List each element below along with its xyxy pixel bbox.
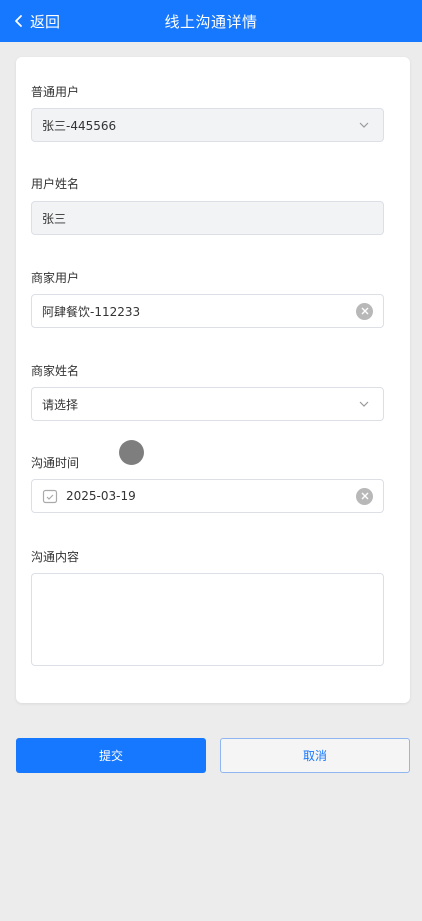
comm-time-field[interactable]: 2025-03-19 — [31, 479, 384, 513]
merchant-user-label: 商家用户 — [31, 271, 80, 285]
merchant-user-field[interactable]: 阿肆餐饮-112233 — [31, 294, 384, 328]
merchant-user-value: 阿肆餐饮-112233 — [42, 304, 141, 319]
comm-content-label: 沟通内容 — [31, 550, 80, 564]
submit-button[interactable]: 提交 — [16, 738, 206, 773]
ordinary-user-label: 普通用户 — [31, 85, 80, 99]
top-nav-bar: 返回 线上沟通详情 — [0, 0, 422, 42]
comm-content-textarea[interactable] — [31, 573, 384, 666]
user-name-field[interactable]: 张三 — [31, 201, 384, 235]
form-card: 普通用户 张三-445566 用户姓名 张三 商家用户 阿肆餐饮-112233 … — [16, 57, 410, 703]
chevron-down-icon — [359, 122, 369, 128]
clear-icon[interactable] — [356, 487, 373, 505]
merchant-name-placeholder: 请选择 — [42, 397, 79, 412]
merchant-name-label: 商家姓名 — [31, 364, 80, 378]
page-title: 线上沟通详情 — [164, 12, 258, 31]
chevron-down-icon — [359, 401, 369, 407]
comm-time-label: 沟通时间 — [31, 456, 80, 470]
ordinary-user-select[interactable]: 张三-445566 — [31, 108, 384, 142]
ordinary-user-value: 张三-445566 — [42, 118, 117, 133]
clear-icon[interactable] — [356, 302, 373, 320]
user-name-value: 张三 — [42, 211, 67, 226]
cancel-button[interactable]: 取消 — [220, 738, 410, 773]
comm-time-value: 2025-03-19 — [66, 489, 136, 503]
calendar-icon — [42, 489, 58, 504]
user-name-label: 用户姓名 — [31, 177, 80, 191]
merchant-name-select[interactable]: 请选择 — [31, 387, 384, 421]
touch-indicator — [119, 440, 144, 465]
